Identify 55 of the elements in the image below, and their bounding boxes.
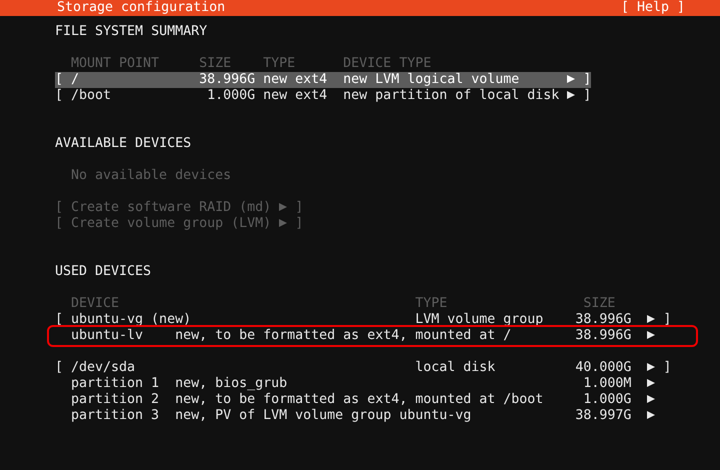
table-cell-text: / — [71, 72, 80, 88]
column-header: SIZE — [582, 296, 616, 312]
table-cell-text: new ext4 — [263, 88, 328, 104]
table-cell-text: partition 3 — [71, 408, 160, 424]
empty-message: No available devices — [71, 168, 232, 184]
device-row[interactable]: ubuntu-lv new, to be formatted as ext4, mounted at / 38.996G — [55, 328, 695, 344]
bracket-text: [ — [55, 88, 64, 104]
table-cell-text: 38.997G — [574, 408, 632, 424]
filesystem-row[interactable]: [ /boot 1.000G new ext4 new partition of local disk ] — [55, 88, 592, 104]
device-row[interactable]: partition 3 new, PV of LVM volume group ubuntu-vg 38.997G — [55, 408, 695, 424]
table-cell: new, bios_grub — [175, 376, 288, 392]
help-button[interactable]: [ Help ] — [620, 0, 685, 16]
bracket-text: [ — [55, 72, 64, 88]
table-cell-text: 38.996G — [574, 328, 632, 344]
table-cell: ubuntu-vg (new) — [71, 312, 192, 328]
table-cell-text: LVM volume group — [415, 312, 544, 328]
bracket-text: ] — [663, 360, 672, 376]
table-cell-text: 38.996G — [198, 72, 256, 88]
device-row[interactable]: [ ubuntu-vg (new) LVM volume group 38.996G ] — [55, 312, 695, 328]
table-cell-text: new partition of local disk — [343, 88, 560, 104]
column-header: TYPE — [263, 56, 296, 72]
device-row[interactable]: partition 1 new, bios_grub 1.000M — [55, 376, 695, 392]
table-cell-text: partition 2 — [71, 392, 160, 408]
bracket-text: [ — [55, 312, 64, 328]
bracket-text: [ — [55, 360, 64, 376]
column-header: MOUNT POINT — [71, 56, 160, 72]
filesystem-row[interactable]: [ / 38.996G new ext4 new LVM logical volume ] — [55, 72, 592, 88]
table-cell-text: 1.000M — [582, 376, 632, 392]
table-cell-text: /boot — [71, 88, 112, 104]
column-header: DEVICE TYPE — [343, 56, 432, 72]
device-row[interactable]: partition 2 new, to be formatted as ext4, mounted at /boot 1.000G — [55, 392, 695, 408]
bracket-text: ] — [663, 312, 672, 328]
column-header: SIZE — [199, 56, 232, 72]
section-heading: FILE SYSTEM SUMMARY — [55, 24, 208, 40]
table-cell-text: 1.000G — [582, 392, 632, 408]
table-cell-text: 38.996G — [574, 312, 632, 328]
table-cell: new, PV of LVM volume group ubuntu-vg — [175, 408, 472, 424]
table-cell-text: ubuntu-lv — [71, 328, 144, 344]
table-cell: new, to be formatted as ext4, mounted at / — [175, 328, 512, 344]
section-heading: AVAILABLE DEVICES — [55, 136, 192, 152]
bracket-text: ] — [583, 72, 592, 88]
bracket-text: ] — [583, 88, 592, 104]
table-cell-text: 1.000G — [206, 88, 256, 104]
device-row[interactable]: [ /dev/sda local disk 40.000G ] — [55, 360, 695, 376]
table-cell-text: local disk — [415, 360, 496, 376]
table-cell-text: new LVM logical volume — [343, 72, 520, 88]
window-title: Storage configuration — [57, 0, 226, 16]
column-header: DEVICE — [71, 296, 120, 312]
column-header: TYPE — [415, 296, 448, 312]
table-cell-text: partition 1 — [71, 376, 160, 392]
table-cell-text: /dev/sda — [71, 360, 136, 376]
table-cell: new, to be formatted as ext4, mounted at /boot — [175, 392, 544, 408]
section-heading: USED DEVICES — [55, 264, 152, 280]
table-cell-text: new ext4 — [263, 72, 328, 88]
table-cell-text: 40.000G — [574, 360, 632, 376]
